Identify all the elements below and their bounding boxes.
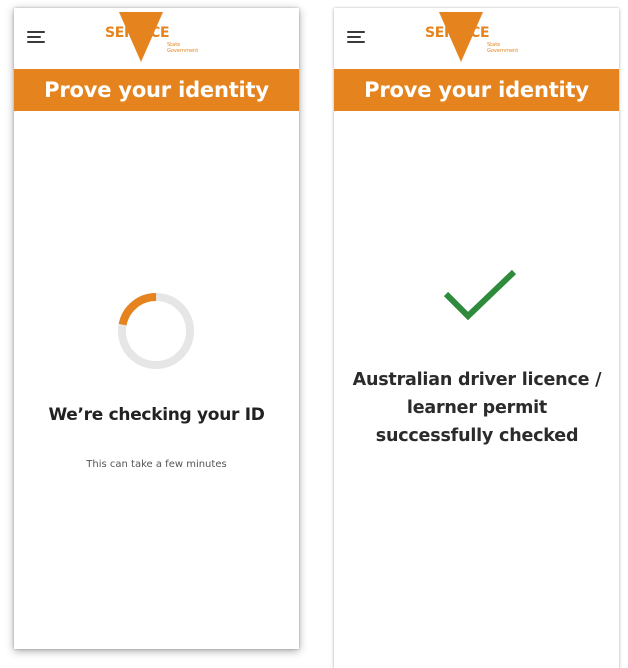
- status-subtitle: This can take a few minutes: [86, 459, 227, 470]
- logo-subtitle: State Government: [487, 42, 519, 54]
- hamburger-menu-icon[interactable]: [27, 31, 47, 47]
- service-logo: SERVICE State Government: [425, 10, 535, 64]
- success-message: Australian driver licence / learner perm…: [352, 370, 602, 446]
- app-header: SERVICE State Government: [334, 8, 619, 69]
- status-title: We’re checking your ID: [48, 405, 265, 425]
- logo-wordmark: SERVICE: [425, 25, 490, 41]
- logo-wordmark: SERVICE: [105, 25, 170, 41]
- logo-subtitle: State Government: [167, 42, 199, 54]
- checkmark-icon: [443, 269, 517, 321]
- screen-checking-id: SERVICE State Government Prove your iden…: [14, 8, 299, 649]
- screen-id-success: SERVICE State Government Prove your iden…: [334, 8, 619, 668]
- spinner-arc: [118, 293, 194, 369]
- page-title: Prove your identity: [44, 78, 269, 102]
- service-logo: SERVICE State Government: [105, 10, 215, 64]
- page-banner: Prove your identity: [334, 69, 619, 111]
- hamburger-menu-icon[interactable]: [347, 31, 367, 47]
- loading-spinner: [118, 293, 194, 369]
- page-title: Prove your identity: [364, 78, 589, 102]
- page-banner: Prove your identity: [14, 69, 299, 111]
- app-header: SERVICE State Government: [14, 8, 299, 69]
